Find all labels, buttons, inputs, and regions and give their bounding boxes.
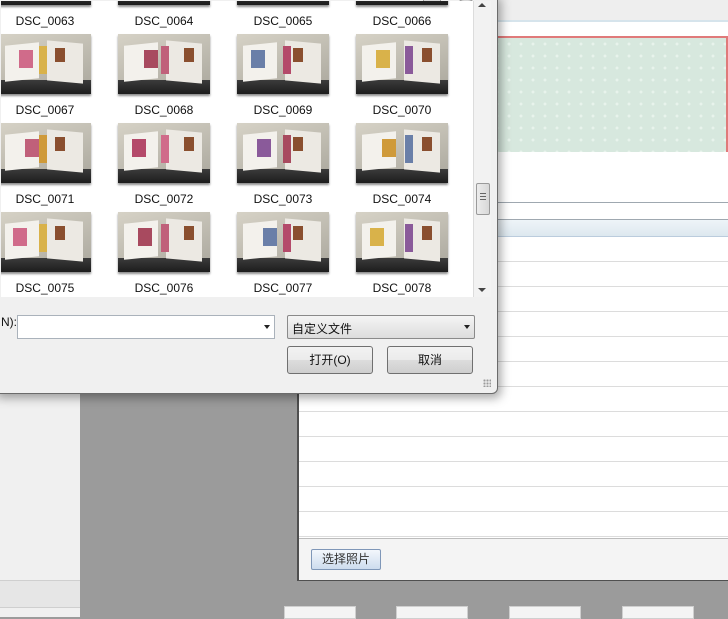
bottom-tile[interactable] bbox=[622, 606, 694, 619]
file-type-select[interactable]: 自定义文件 bbox=[287, 315, 475, 339]
bottom-tile[interactable] bbox=[284, 606, 356, 619]
file-item[interactable]: DSC_0078 bbox=[356, 212, 473, 297]
bottom-tile[interactable] bbox=[509, 606, 581, 619]
file-thumbnail bbox=[1, 123, 91, 183]
file-item[interactable]: DSC_0064 bbox=[118, 1, 237, 34]
file-name-label: DSC_0076 bbox=[134, 281, 194, 295]
file-item[interactable]: DSC_0075 bbox=[1, 212, 118, 297]
thumbnail-scrollbar[interactable] bbox=[473, 1, 491, 297]
cancel-button[interactable]: 取消 bbox=[387, 346, 473, 374]
file-thumbnail bbox=[237, 212, 329, 272]
file-item[interactable]: DSC_0074 bbox=[356, 123, 473, 212]
file-item[interactable]: DSC_0077 bbox=[237, 212, 356, 297]
file-thumbnail bbox=[118, 34, 210, 94]
file-name-label: DSC_0071 bbox=[15, 192, 75, 206]
chevron-down-icon[interactable] bbox=[264, 325, 270, 329]
app-top-bar bbox=[495, 0, 728, 21]
file-thumbnail bbox=[237, 123, 329, 183]
file-type-value: 自定义文件 bbox=[292, 322, 353, 336]
file-thumbnail bbox=[356, 34, 448, 94]
file-thumbnail-list[interactable]: DSC_0063 DSC_0064 DSC_0065 DSC_0066 DSC_0067… bbox=[1, 1, 474, 297]
scroll-down-arrow-icon[interactable] bbox=[478, 288, 486, 292]
file-name-label: DSC_0072 bbox=[134, 192, 194, 206]
file-thumbnail bbox=[356, 1, 448, 5]
left-panel-strip bbox=[0, 580, 80, 608]
filename-input[interactable] bbox=[18, 316, 260, 336]
file-name-label: DSC_0078 bbox=[372, 281, 432, 295]
file-thumbnail bbox=[237, 34, 329, 94]
grip-line bbox=[480, 196, 486, 197]
file-item[interactable]: DSC_0076 bbox=[118, 212, 237, 297]
filename-combobox[interactable] bbox=[17, 315, 275, 339]
file-thumbnail bbox=[237, 1, 329, 5]
file-name-label: DSC_0070 bbox=[372, 103, 432, 117]
chevron-down-icon[interactable] bbox=[464, 325, 470, 329]
file-name-label: DSC_0063 bbox=[15, 14, 75, 28]
editor-footer: 选择照片 bbox=[299, 538, 728, 580]
file-thumbnail bbox=[1, 34, 91, 94]
file-thumbnail bbox=[118, 123, 210, 183]
file-item[interactable]: DSC_0069 bbox=[237, 34, 356, 123]
grip-line bbox=[480, 199, 486, 200]
filename-label: N): bbox=[1, 315, 17, 329]
file-name-label: DSC_0065 bbox=[253, 14, 313, 28]
file-thumbnail bbox=[118, 1, 210, 5]
file-name-label: DSC_0064 bbox=[134, 14, 194, 28]
file-name-label: DSC_0074 bbox=[372, 192, 432, 206]
file-item[interactable]: DSC_0067 bbox=[1, 34, 118, 123]
file-name-label: DSC_0075 bbox=[15, 281, 75, 295]
file-name-label: DSC_0069 bbox=[253, 103, 313, 117]
file-item[interactable]: DSC_0065 bbox=[237, 1, 356, 34]
open-button[interactable]: 打开(O) bbox=[287, 346, 373, 374]
file-thumbnail bbox=[356, 212, 448, 272]
app-left-panel bbox=[0, 380, 80, 617]
file-thumbnail bbox=[356, 123, 448, 183]
file-name-label: DSC_0068 bbox=[134, 103, 194, 117]
file-name-label: DSC_0067 bbox=[15, 103, 75, 117]
file-name-label: DSC_0073 bbox=[253, 192, 313, 206]
scrollbar-thumb[interactable] bbox=[476, 183, 490, 215]
bottom-tile[interactable] bbox=[396, 606, 468, 619]
file-name-label: DSC_0066 bbox=[372, 14, 432, 28]
file-thumbnail bbox=[1, 212, 91, 272]
open-file-dialog: DSC_0063 DSC_0064 DSC_0065 DSC_0066 DSC_0067… bbox=[0, 0, 498, 394]
file-thumbnail bbox=[118, 212, 210, 272]
resize-grip-icon[interactable] bbox=[483, 379, 491, 387]
file-item[interactable]: DSC_0068 bbox=[118, 34, 237, 123]
file-item[interactable]: DSC_0063 bbox=[1, 1, 118, 34]
scroll-up-arrow-icon[interactable] bbox=[478, 3, 486, 7]
file-item[interactable]: DSC_0070 bbox=[356, 34, 473, 123]
file-item[interactable]: DSC_0066 bbox=[356, 1, 473, 34]
file-thumbnail bbox=[1, 1, 91, 5]
file-item[interactable]: DSC_0071 bbox=[1, 123, 118, 212]
file-item[interactable]: DSC_0073 bbox=[237, 123, 356, 212]
select-photo-button[interactable]: 选择照片 bbox=[311, 549, 381, 570]
file-item[interactable]: DSC_0072 bbox=[118, 123, 237, 212]
file-name-label: DSC_0077 bbox=[253, 281, 313, 295]
grip-line bbox=[480, 193, 486, 194]
